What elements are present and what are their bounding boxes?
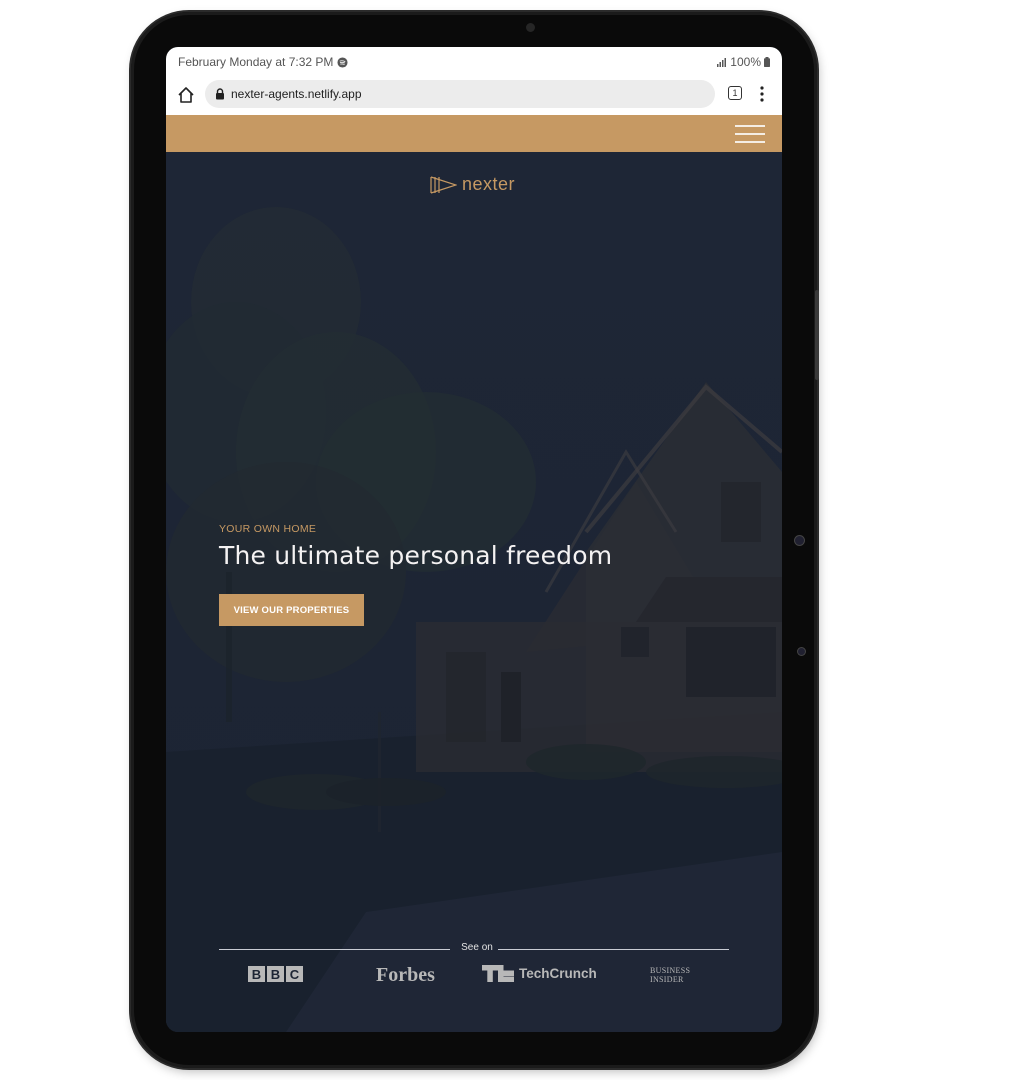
business-insider-logo: BUSINESS INSIDER: [650, 966, 690, 984]
more-options-icon[interactable]: [756, 85, 768, 103]
site-header: [166, 115, 782, 152]
tab-switcher-button[interactable]: 1: [728, 86, 742, 100]
lock-icon: [216, 88, 224, 100]
divider-line: [219, 949, 450, 950]
bbc-logo-letter: B: [267, 966, 284, 982]
business-insider-line: INSIDER: [650, 975, 684, 984]
side-sensor: [795, 536, 804, 545]
logo-text: nexter: [462, 174, 516, 194]
press-logos: B B C Forbes TechCrunch BUSINESS INSIDER: [166, 962, 782, 992]
seen-on-divider: See on: [219, 942, 729, 956]
techcrunch-logo: TechCrunch: [482, 965, 597, 982]
front-camera: [526, 23, 535, 32]
status-time: February Monday at 7:32 PM: [178, 55, 334, 69]
hero-title: The ultimate personal freedom: [219, 541, 613, 570]
bbc-logo: B B C: [248, 966, 303, 982]
browser-toolbar: nexter-agents.netlify.app 1: [166, 77, 782, 115]
view-properties-button[interactable]: View our properties: [219, 594, 364, 626]
tablet-screen: February Monday at 7:32 PM 100% nexter-a…: [166, 47, 782, 1032]
bbc-logo-letter: B: [248, 966, 265, 982]
hamburger-line: [735, 133, 765, 135]
hamburger-line: [735, 141, 765, 143]
battery-percent: 100%: [730, 55, 761, 69]
business-insider-line: BUSINESS: [650, 966, 691, 975]
hamburger-menu-button[interactable]: [735, 125, 765, 143]
forbes-logo: Forbes: [376, 964, 435, 986]
home-icon[interactable]: [176, 85, 196, 105]
hamburger-line: [735, 125, 765, 127]
address-bar[interactable]: nexter-agents.netlify.app: [205, 80, 715, 108]
techcrunch-mark-icon: [482, 965, 514, 982]
hero-content: Your own home The ultimate personal free…: [219, 523, 739, 626]
techcrunch-text: TechCrunch: [519, 966, 597, 981]
signal-icon: [717, 57, 727, 67]
divider-line: [498, 949, 729, 950]
hero-subtitle: Your own home: [219, 523, 317, 535]
status-bar: February Monday at 7:32 PM 100%: [166, 47, 782, 77]
seen-on-label: See on: [461, 942, 493, 953]
spotify-icon: [337, 56, 348, 68]
bbc-logo-letter: C: [286, 966, 303, 982]
house-background-image: [166, 207, 782, 1032]
hero-section: nexter Your own home The ultimate person…: [166, 152, 782, 1032]
nexter-logo[interactable]: nexter: [430, 174, 515, 195]
side-microphone: [798, 648, 805, 655]
status-right: 100%: [717, 55, 770, 69]
status-left: February Monday at 7:32 PM: [178, 55, 348, 69]
battery-icon: [764, 57, 770, 67]
logo-play-icon: [430, 175, 457, 194]
url-text: nexter-agents.netlify.app: [231, 87, 362, 101]
volume-button: [815, 290, 819, 380]
